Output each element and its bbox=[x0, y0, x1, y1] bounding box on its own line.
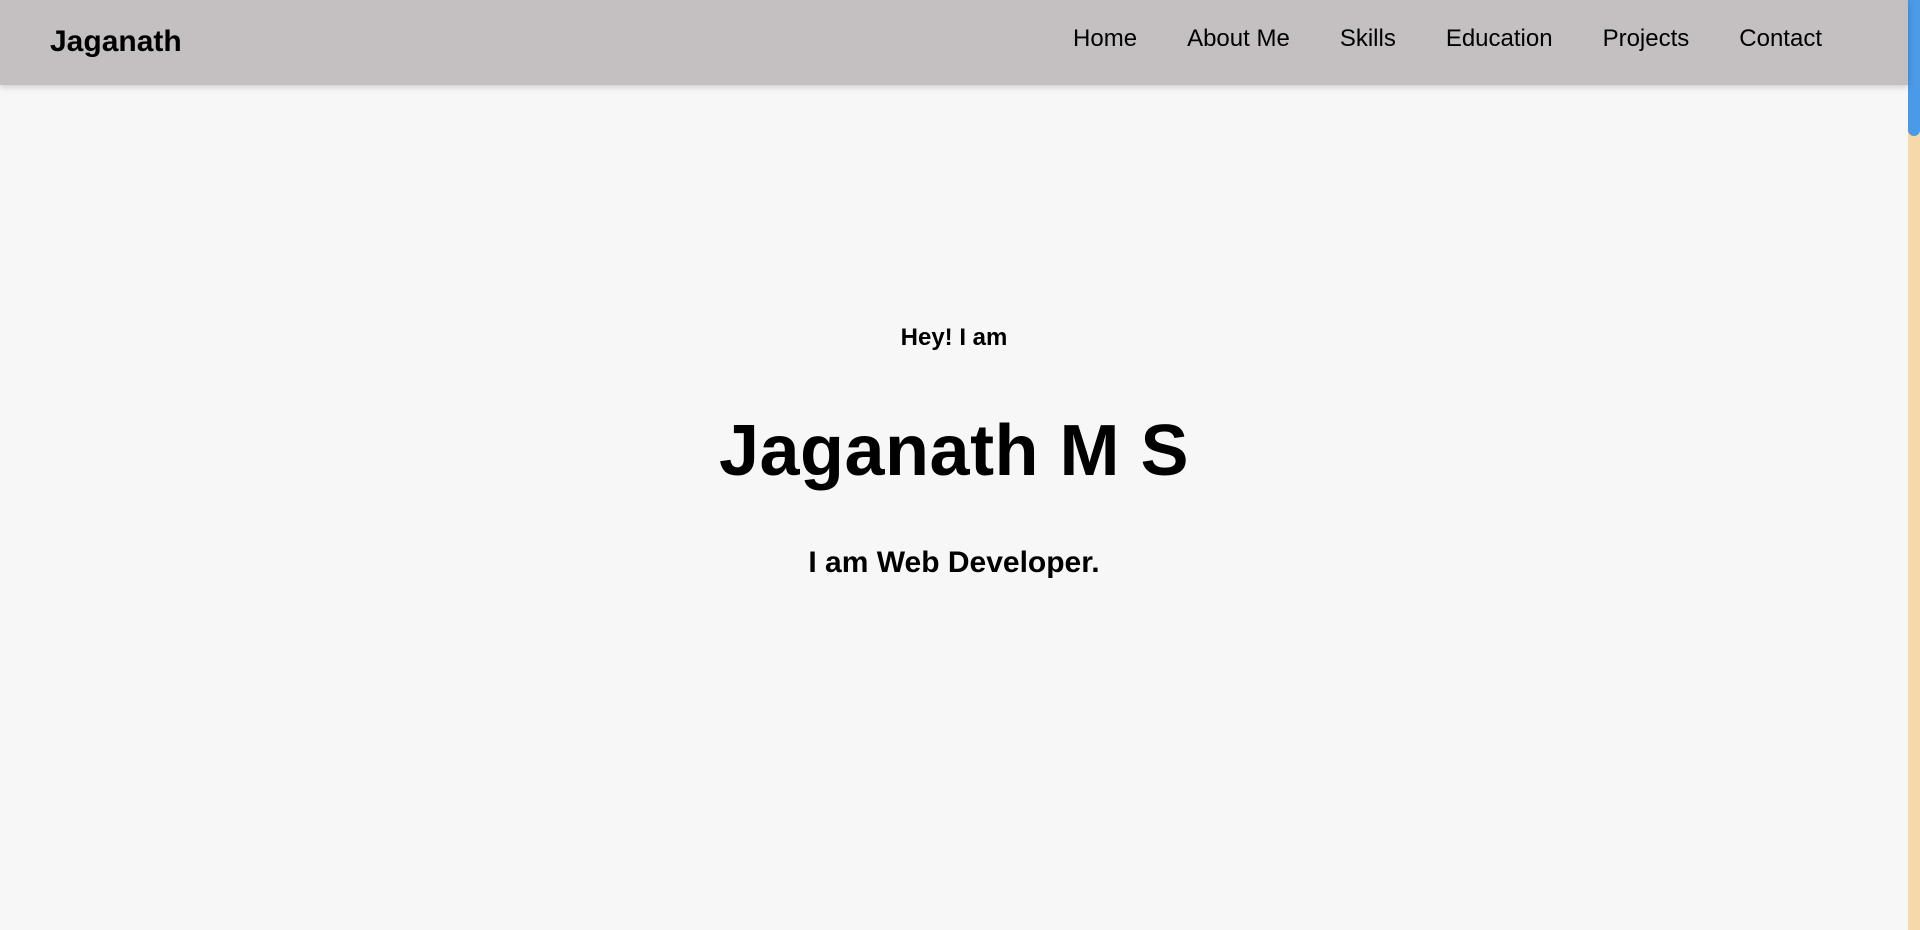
hero-name: Jaganath M S bbox=[718, 411, 1190, 491]
brand-logo[interactable]: Jaganath bbox=[50, 22, 182, 62]
hero-section: Hey! I am Jaganath M S I am Web Develope… bbox=[0, 85, 1908, 930]
nav-link-projects[interactable]: Projects bbox=[1603, 21, 1690, 57]
scrollbar-thumb[interactable] bbox=[1908, 0, 1920, 136]
nav-link-about-me[interactable]: About Me bbox=[1187, 21, 1290, 57]
nav-link-contact[interactable]: Contact bbox=[1739, 21, 1822, 57]
scrollbar-track[interactable] bbox=[1908, 0, 1920, 930]
nav-link-skills[interactable]: Skills bbox=[1340, 21, 1396, 57]
nav-link-education[interactable]: Education bbox=[1446, 21, 1553, 57]
navbar: Jaganath Home About Me Skills Education … bbox=[0, 0, 1908, 85]
hero-greeting: Hey! I am bbox=[900, 324, 1008, 351]
hero-role: I am Web Developer. bbox=[808, 546, 1100, 579]
nav-link-home[interactable]: Home bbox=[1073, 21, 1137, 57]
nav-links: Home About Me Skills Education Projects … bbox=[1073, 21, 1822, 57]
